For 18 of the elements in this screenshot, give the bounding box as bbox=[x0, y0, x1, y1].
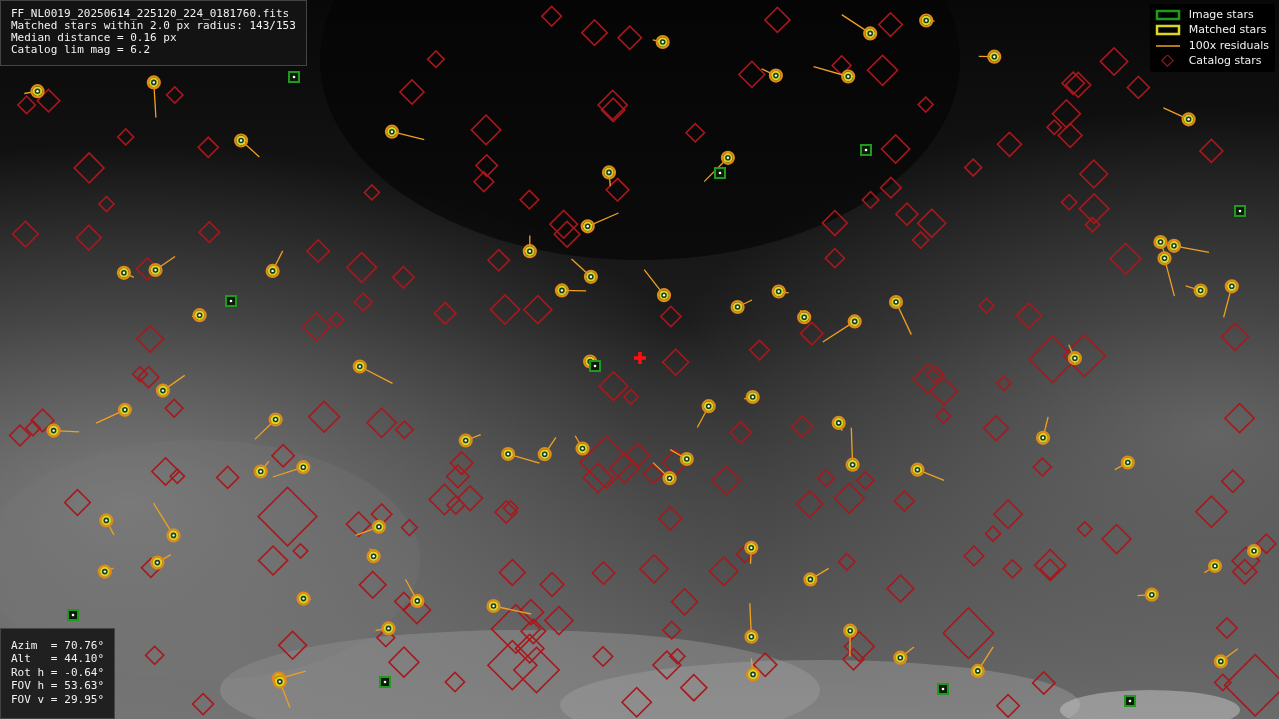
pointing-label: Azim = bbox=[11, 638, 58, 652]
legend-label: 100x residuals bbox=[1188, 37, 1269, 54]
pointing-label: FOV h = bbox=[11, 679, 58, 693]
pointing-value: -0.64° bbox=[64, 665, 105, 679]
legend-label: Matched stars bbox=[1188, 22, 1267, 38]
pointing-label: FOV v = bbox=[11, 692, 58, 706]
info-text: Catalog lim mag = 6.2 bbox=[11, 44, 152, 56]
pointing-label: Rot h = bbox=[11, 665, 58, 679]
info-text: FF_NL0019_20250614_225120_224_0181760.fits bbox=[11, 8, 291, 20]
pointing-value: 29.95° bbox=[64, 692, 105, 706]
pointing-label: Alt = bbox=[11, 652, 58, 666]
legend-label: Image stars bbox=[1188, 6, 1254, 23]
pointing-value: 70.76° bbox=[64, 638, 105, 652]
pointing-value: 44.10° bbox=[64, 652, 105, 666]
info-text: Median distance = 0.16 px bbox=[11, 32, 178, 44]
pointing-value: 53.63° bbox=[64, 679, 105, 693]
info-text: Matched stars within 2.0 px radius: 143/153 bbox=[11, 20, 296, 32]
legend-label: Catalog stars bbox=[1188, 53, 1262, 69]
